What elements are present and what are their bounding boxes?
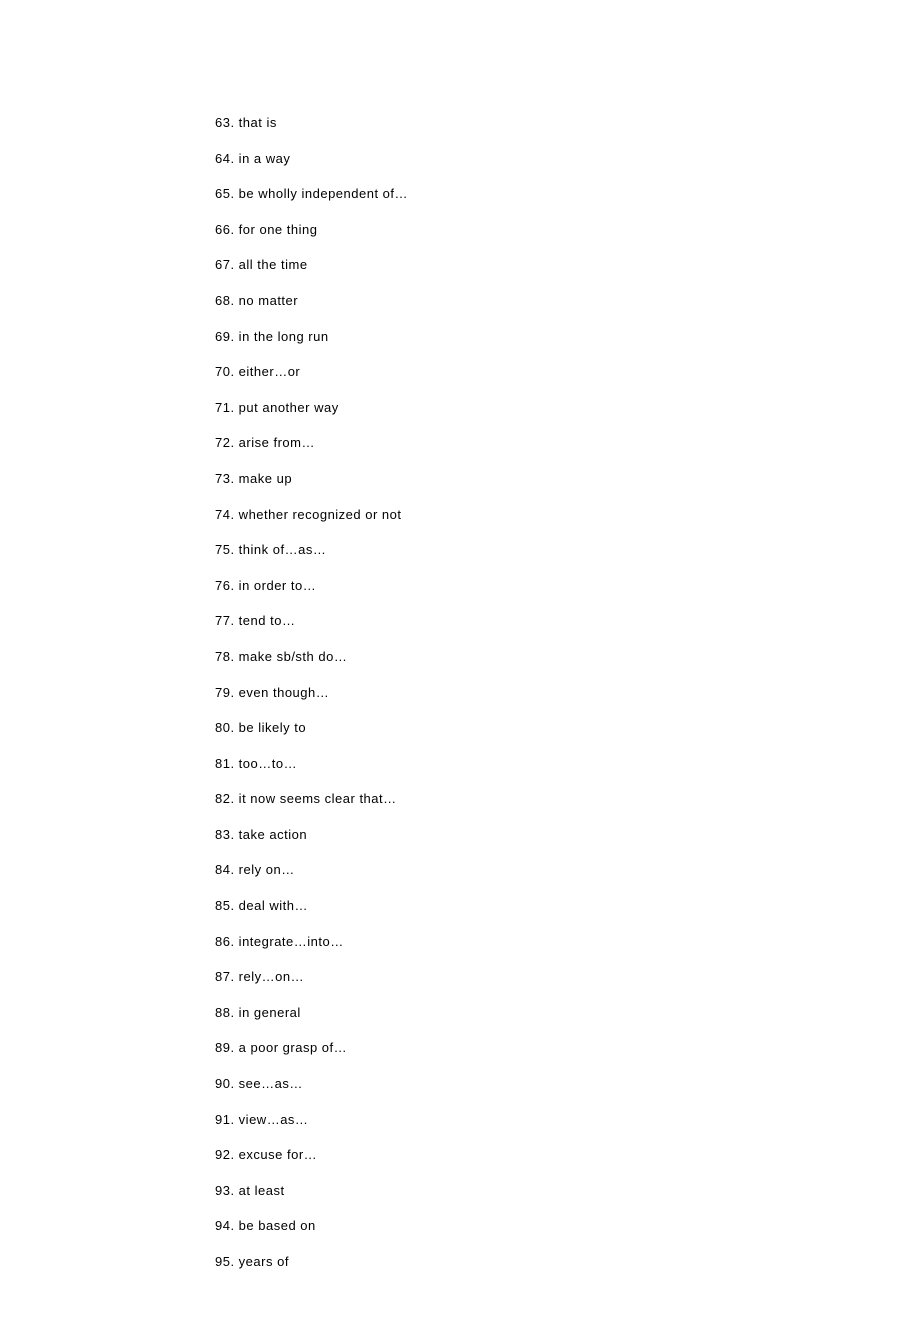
list-item: 92. excuse for… [215,1147,920,1163]
list-item: 84. rely on… [215,862,920,878]
list-item: 83. take action [215,827,920,843]
list-item: 77. tend to… [215,613,920,629]
list-item: 93. at least [215,1183,920,1199]
list-item: 90. see…as… [215,1076,920,1092]
list-item: 64. in a way [215,151,920,167]
list-item: 88. in general [215,1005,920,1021]
list-item: 70. either…or [215,364,920,380]
list-item: 89. a poor grasp of… [215,1040,920,1056]
list-item: 81. too…to… [215,756,920,772]
list-item: 67. all the time [215,257,920,273]
list-item: 66. for one thing [215,222,920,238]
list-item: 85. deal with… [215,898,920,914]
numbered-list: 63. that is 64. in a way 65. be wholly ind… [215,115,920,1270]
list-item: 94. be based on [215,1218,920,1234]
list-item: 69. in the long run [215,329,920,345]
list-item: 76. in order to… [215,578,920,594]
page-content: 63. that is 64. in a way 65. be wholly ind… [0,0,920,1330]
list-item: 82. it now seems clear that… [215,791,920,807]
list-item: 78. make sb/sth do… [215,649,920,665]
list-item: 72. arise from… [215,435,920,451]
list-item: 73. make up [215,471,920,487]
list-item: 79. even though… [215,685,920,701]
list-item: 63. that is [215,115,920,131]
list-item: 65. be wholly independent of… [215,186,920,202]
list-item: 87. rely…on… [215,969,920,985]
list-item: 71. put another way [215,400,920,416]
list-item: 68. no matter [215,293,920,309]
list-item: 91. view…as… [215,1112,920,1128]
list-item: 74. whether recognized or not [215,507,920,523]
list-item: 80. be likely to [215,720,920,736]
list-item: 86. integrate…into… [215,934,920,950]
list-item: 75. think of…as… [215,542,920,558]
list-item: 95. years of [215,1254,920,1270]
